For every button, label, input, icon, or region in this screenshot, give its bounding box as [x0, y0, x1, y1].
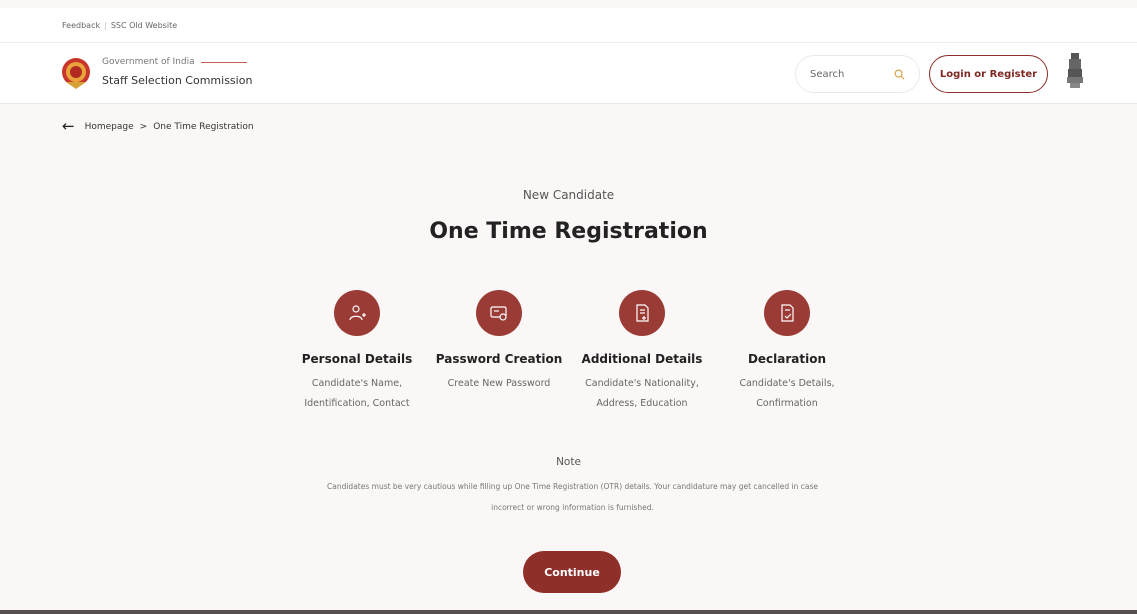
step-description: Candidate's Nationality, Address, Educat…	[585, 378, 699, 409]
breadcrumb-separator: >	[139, 121, 148, 132]
note-text: Candidates must be very cautious while f…	[327, 482, 818, 512]
old-website-link[interactable]: SSC Old Website	[111, 21, 177, 30]
step-icon-circle	[764, 290, 810, 336]
continue-button[interactable]: Continue	[523, 551, 621, 593]
login-register-button[interactable]: Login or Register	[929, 55, 1048, 93]
document-check-icon	[781, 304, 794, 322]
step-password-creation: Password Creation Create New Password	[424, 290, 574, 394]
user-plus-icon	[349, 305, 366, 321]
bottom-border	[0, 610, 1137, 614]
step-personal-details: Personal Details Candidate's Name, Ident…	[282, 290, 432, 414]
document-add-icon	[636, 304, 649, 322]
breadcrumb-current: One Time Registration	[153, 121, 254, 132]
page-subtitle: New Candidate	[522, 188, 615, 202]
page-title: One Time Registration	[429, 219, 708, 244]
search-placeholder: Search	[810, 68, 845, 80]
step-icon-circle	[476, 290, 522, 336]
top-utility-bar: Feedback | SSC Old Website	[0, 8, 1137, 42]
search-icon[interactable]	[894, 69, 905, 80]
back-arrow-icon[interactable]: ←	[62, 119, 75, 134]
step-declaration: Declaration Candidate's Details, Confirm…	[712, 290, 862, 414]
step-description: Candidate's Details, Confirmation	[739, 378, 835, 409]
step-description: Candidate's Name, Identification, Contac…	[304, 378, 410, 409]
step-title: Additional Details	[581, 352, 703, 366]
step-description: Create New Password	[447, 378, 551, 389]
password-icon	[490, 306, 507, 321]
national-emblem-icon	[1067, 53, 1083, 88]
step-icon-circle	[334, 290, 380, 336]
feedback-link[interactable]: Feedback	[62, 21, 100, 30]
step-additional-details: Additional Details Candidate's Nationali…	[567, 290, 717, 414]
step-title: Password Creation	[435, 352, 563, 366]
search-input[interactable]: Search	[795, 55, 920, 93]
topbar-separator: |	[104, 20, 107, 30]
breadcrumb: ← Homepage > One Time Registration	[62, 119, 254, 134]
site-header: Government of India Staff Selection Comm…	[0, 42, 1137, 104]
gov-of-india-text: Government of India	[102, 57, 247, 67]
step-title: Personal Details	[301, 352, 413, 366]
ssc-logo-icon[interactable]	[60, 56, 92, 90]
breadcrumb-home-link[interactable]: Homepage	[85, 122, 134, 132]
step-icon-circle	[619, 290, 665, 336]
note-title: Note	[556, 456, 581, 468]
step-title: Declaration	[747, 352, 827, 366]
org-name: Staff Selection Commission	[102, 74, 253, 87]
